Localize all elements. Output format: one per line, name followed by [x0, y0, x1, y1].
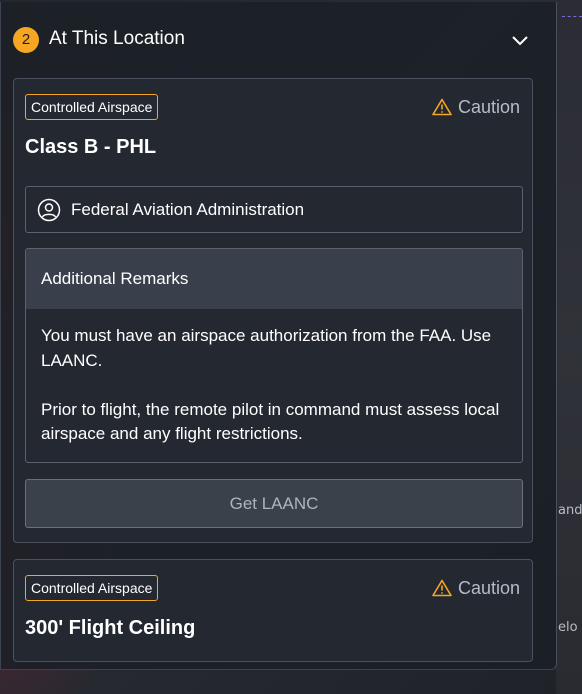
- remark-text: Prior to flight, the remote pilot in com…: [41, 399, 500, 444]
- airspace-card: Controlled Airspace Caution 300' Flight …: [13, 559, 533, 662]
- map-label: elo: [558, 620, 578, 635]
- airspace-tag: Controlled Airspace: [25, 575, 159, 601]
- map-boundary-line: [562, 16, 582, 26]
- count-badge: 2: [13, 27, 39, 53]
- panel-title: At This Location: [49, 28, 185, 49]
- remark-text: You must have an airspace authorization …: [41, 326, 492, 370]
- caution-label: Caution: [457, 96, 520, 117]
- remarks-heading: Additional Remarks: [26, 249, 522, 309]
- map-label: and: [558, 503, 582, 518]
- warning-icon: [432, 98, 452, 116]
- remarks-body: You must have an airspace authorization …: [26, 309, 522, 447]
- authority-row: Federal Aviation Administration: [25, 186, 523, 233]
- get-laanc-button[interactable]: Get LAANC: [25, 479, 523, 528]
- authority-name: Federal Aviation Administration: [71, 199, 305, 219]
- remarks-box: Additional Remarks You must have an airs…: [25, 248, 523, 463]
- airspace-tag: Controlled Airspace: [25, 94, 159, 120]
- map-edge[interactable]: [556, 0, 582, 694]
- airspace-title: Class B - PHL: [25, 136, 157, 158]
- user-circle-icon: [37, 198, 61, 221]
- panel-header[interactable]: 2 At This Location: [1, 2, 557, 78]
- caution-status: Caution: [432, 95, 520, 119]
- caution-status: Caution: [432, 576, 520, 600]
- warning-icon: [432, 579, 452, 597]
- airspace-card: Controlled Airspace Caution Class B - PH…: [13, 78, 533, 543]
- chevron-down-icon[interactable]: [510, 33, 530, 47]
- caution-label: Caution: [457, 577, 520, 598]
- location-panel: 2 At This Location Controlled Airspace C…: [0, 2, 557, 670]
- airspace-title: 300' Flight Ceiling: [25, 617, 196, 639]
